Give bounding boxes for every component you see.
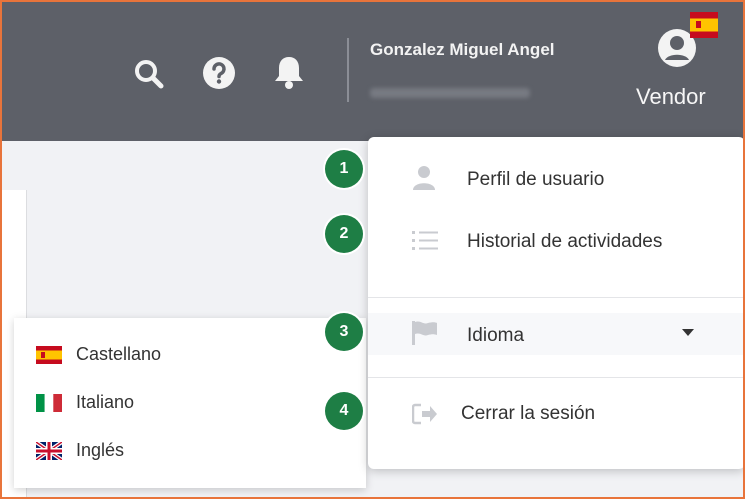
header-separator	[347, 38, 349, 102]
language-submenu: Castellano Italiano Inglés	[14, 318, 366, 488]
menu-item-label: Historial de actividades	[467, 231, 663, 252]
user-icon	[413, 166, 435, 190]
spain-flag-icon	[36, 345, 62, 364]
menu-item-label: Cerrar la sesión	[461, 403, 596, 424]
language-item-ingles[interactable]: Inglés	[36, 440, 124, 461]
menu-item-label: Idioma	[467, 325, 525, 346]
search-icon[interactable]	[133, 58, 165, 90]
top-header-bar: Gonzalez Miguel Angel Vendor	[2, 2, 743, 141]
callout-badge-3: 3	[325, 313, 363, 351]
menu-divider	[368, 297, 743, 298]
uk-flag-icon	[36, 441, 62, 460]
italy-flag-icon	[36, 393, 62, 412]
bell-icon[interactable]	[273, 54, 305, 90]
language-item-italiano[interactable]: Italiano	[36, 392, 134, 413]
menu-item-activity-history[interactable]: Historial de actividades	[368, 227, 743, 257]
screenshot-frame: Gonzalez Miguel Angel Vendor Castellano	[0, 0, 745, 499]
language-item-castellano[interactable]: Castellano	[36, 344, 161, 365]
user-dropdown-menu: Perfil de usuario Historial de actividad…	[368, 137, 743, 469]
chevron-down-icon	[682, 329, 694, 336]
user-role: Vendor	[636, 84, 706, 109]
menu-item-label: Perfil de usuario	[467, 169, 605, 190]
language-label: Castellano	[76, 344, 162, 364]
help-icon[interactable]	[202, 56, 236, 90]
callout-badge-2: 2	[325, 215, 363, 253]
callout-badge-4: 4	[325, 392, 363, 430]
user-name: Gonzalez Miguel Angel	[370, 40, 555, 59]
menu-divider	[368, 377, 743, 378]
language-label: Italiano	[76, 392, 135, 412]
spain-flag-icon	[690, 12, 718, 38]
language-label: Inglés	[76, 440, 125, 460]
logout-icon	[412, 403, 437, 425]
callout-badge-1: 1	[325, 150, 363, 188]
menu-item-language[interactable]: Idioma	[368, 313, 743, 355]
user-company-redacted	[370, 88, 530, 98]
flag-icon	[412, 321, 437, 345]
list-icon	[412, 231, 438, 250]
menu-item-profile[interactable]: Perfil de usuario	[368, 165, 743, 195]
menu-item-logout[interactable]: Cerrar la sesión	[368, 399, 743, 429]
